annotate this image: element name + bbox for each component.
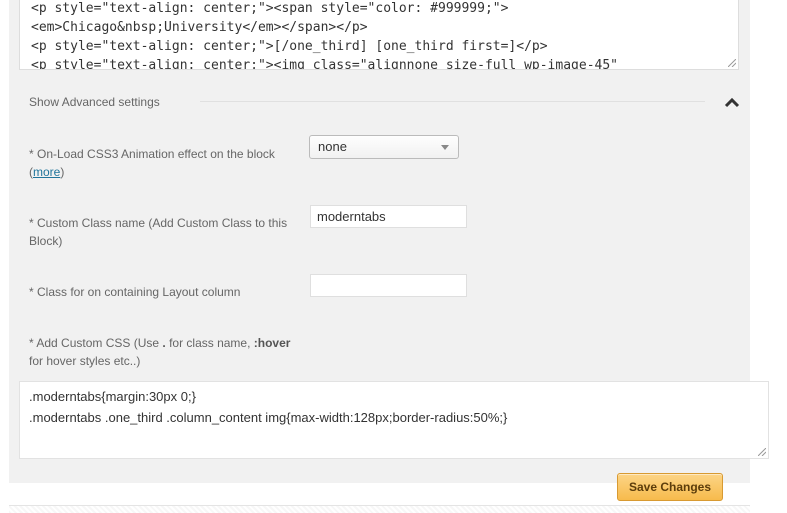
animation-select-value: none <box>318 139 347 154</box>
code-line: <p style="text-align: center;">[/one_thi… <box>31 39 548 54</box>
resize-grip-icon[interactable] <box>758 448 766 456</box>
advanced-settings-divider <box>200 101 705 102</box>
more-link[interactable]: more <box>33 165 60 179</box>
resize-grip-icon[interactable] <box>728 59 736 67</box>
css-line: .moderntabs .one_third .column_content i… <box>29 410 508 425</box>
code-line: <em>Chicago&nbsp;University</em></span><… <box>31 20 368 35</box>
content-editor-code: <p style="text-align: center;"><span sty… <box>20 0 738 70</box>
layout-class-label: * Class for on containing Layout column <box>29 285 241 299</box>
chevron-up-icon[interactable] <box>724 95 740 109</box>
custom-class-label: * Custom Class name (Add Custom Class to… <box>29 216 288 248</box>
layout-class-input[interactable] <box>310 274 467 297</box>
custom-class-input[interactable]: moderntabs <box>310 205 467 228</box>
code-line: <p style="text-align: center;"><img clas… <box>31 58 618 70</box>
animation-label: * On-Load CSS3 Animation effect on the b… <box>29 147 275 179</box>
custom-css-label: * Add Custom CSS (Use . for class name, … <box>29 336 291 368</box>
save-changes-button[interactable]: Save Changes <box>617 473 723 501</box>
content-editor-textarea[interactable]: <p style="text-align: center;"><span sty… <box>19 0 739 70</box>
code-line: <p style="text-align: center;"><span sty… <box>31 1 509 16</box>
animation-select[interactable]: none <box>309 135 459 159</box>
css-line: .moderntabs{margin:30px 0;} <box>29 389 196 404</box>
advanced-settings-title[interactable]: Show Advanced settings <box>29 95 160 109</box>
custom-css-textarea[interactable]: .moderntabs{margin:30px 0;} .moderntabs … <box>19 381 769 459</box>
caret-down-icon <box>441 145 449 150</box>
